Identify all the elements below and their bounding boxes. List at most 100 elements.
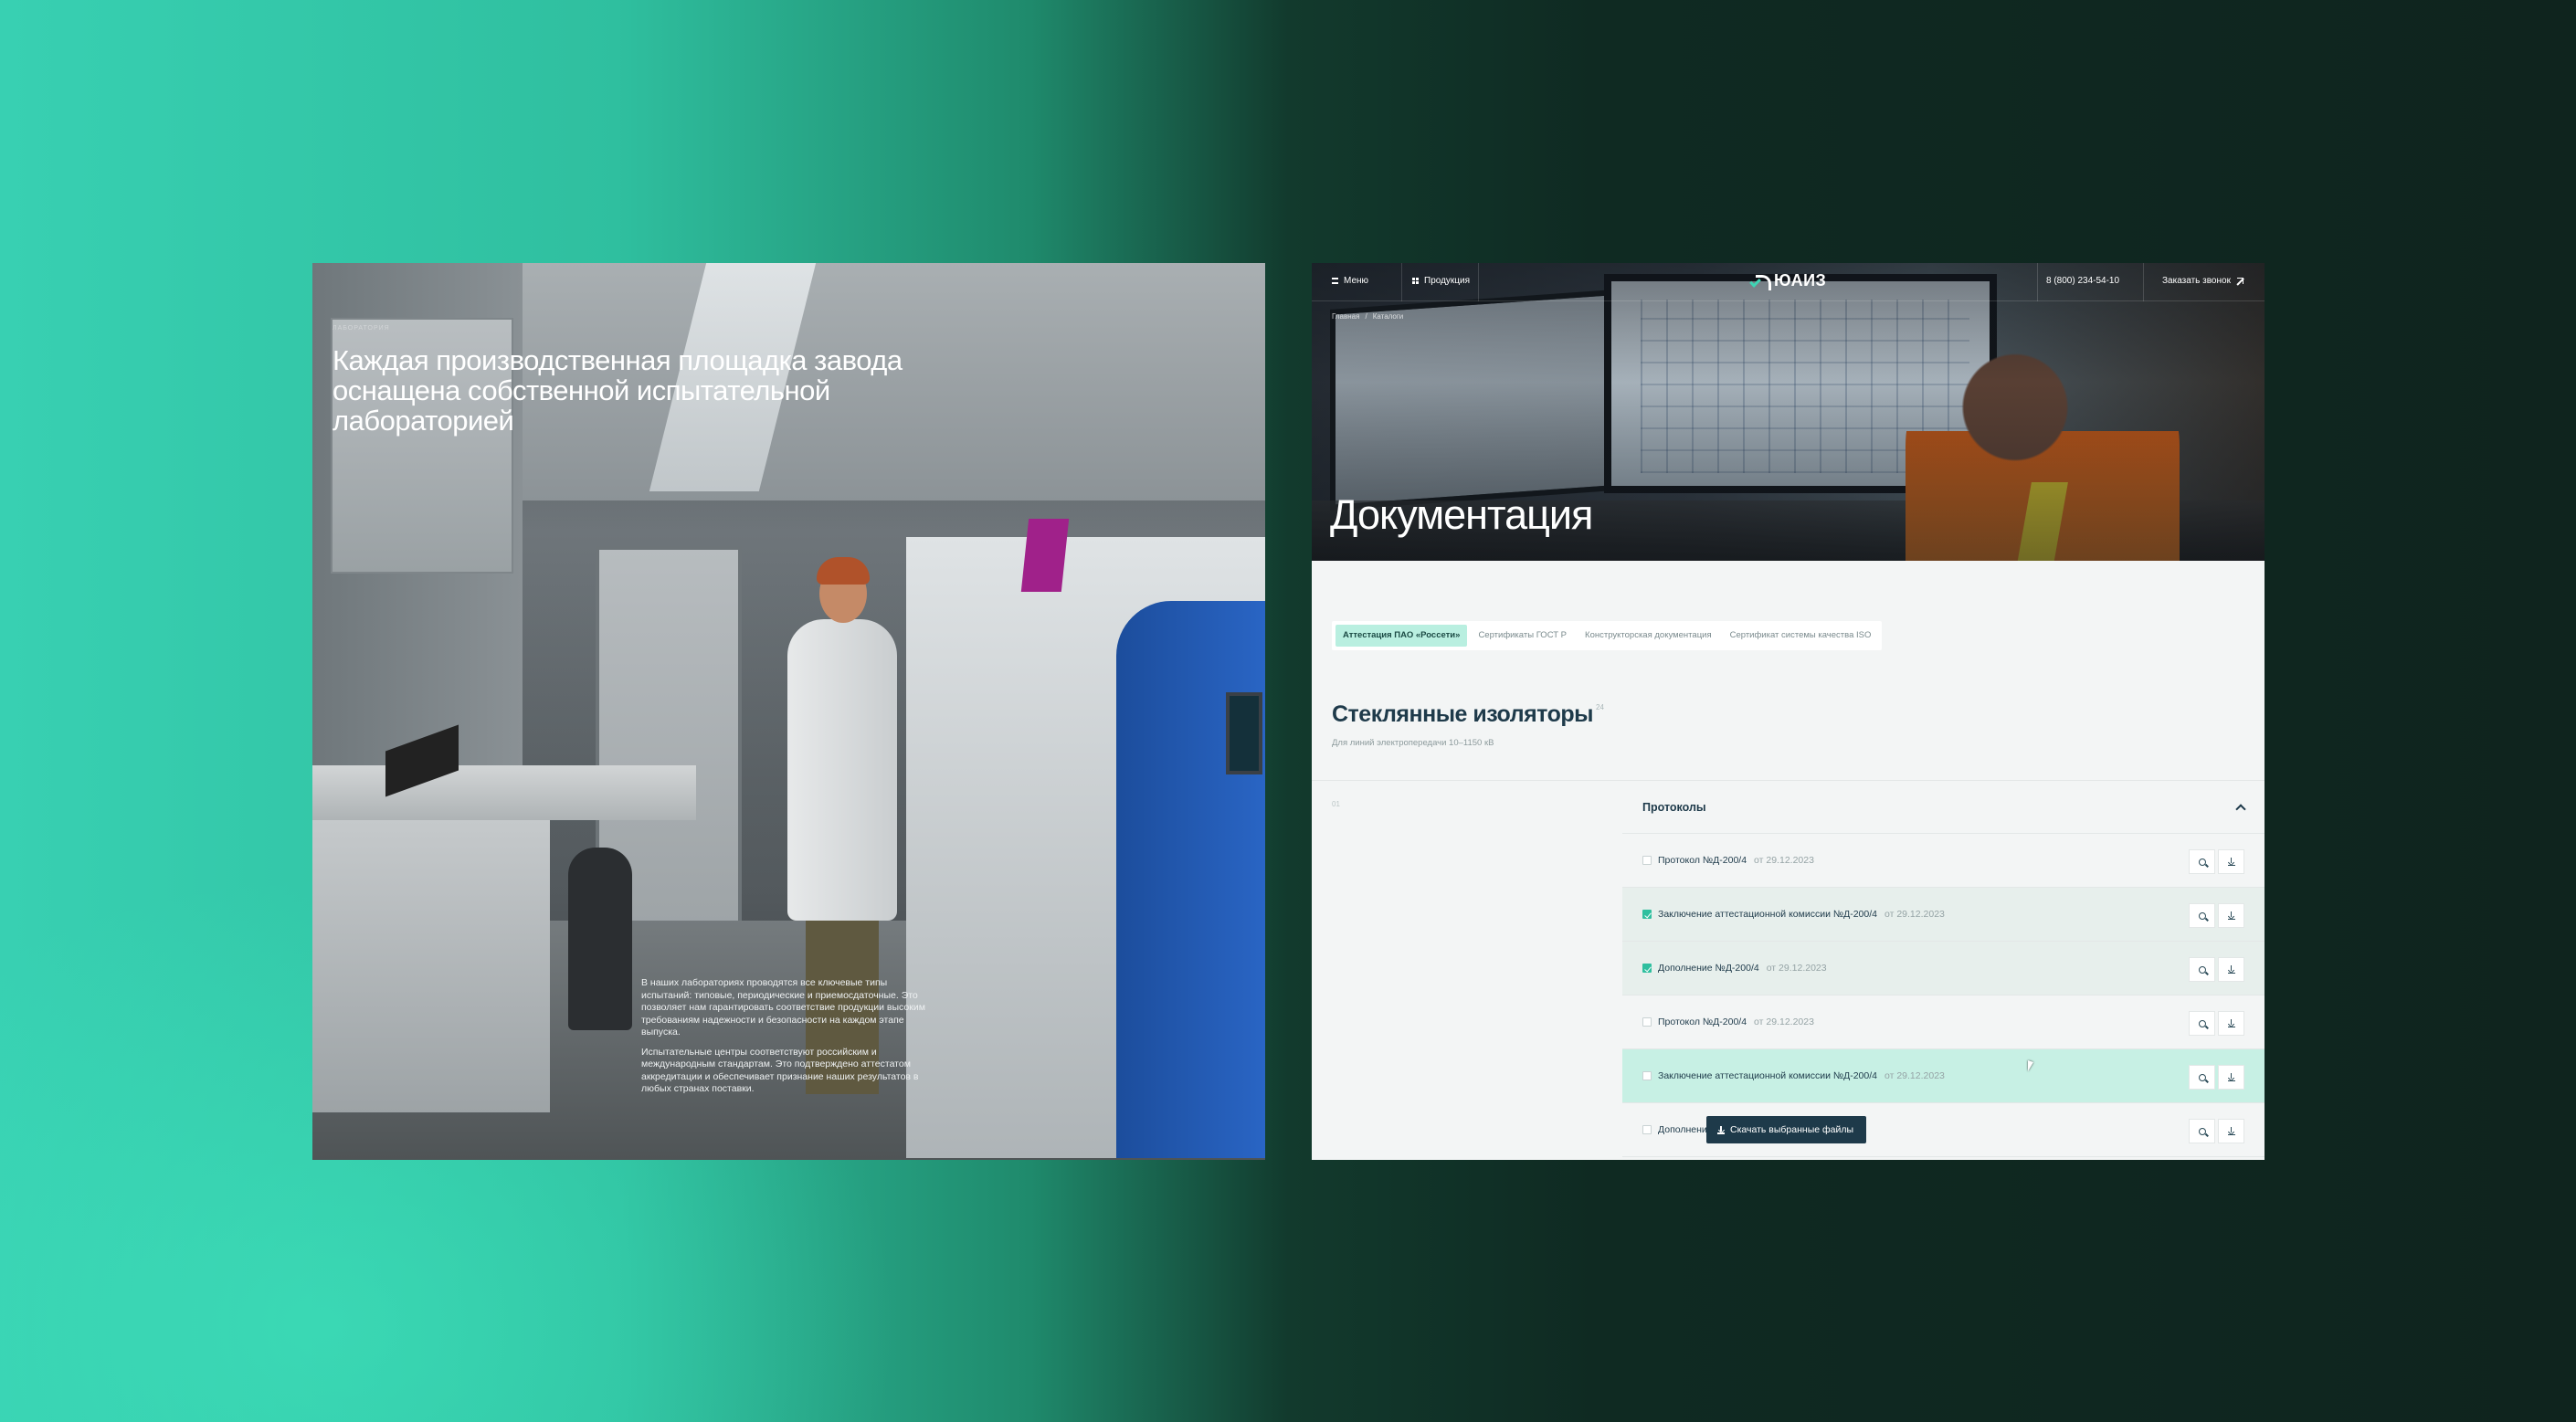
document-date: от 29.12.2023 (1766, 963, 1827, 974)
document-checkbox[interactable] (1642, 964, 1652, 973)
tab-rosseti[interactable]: Аттестация ПАО «Россети» (1336, 625, 1468, 647)
zoom-icon (2198, 1073, 2206, 1081)
preview-button[interactable] (2189, 957, 2215, 982)
page-title: Документация (1330, 491, 1593, 538)
tab-iso[interactable]: Сертификат системы качества ISO (1723, 625, 1879, 647)
download-button[interactable] (2218, 1065, 2244, 1090)
document-date: от 29.12.2023 (1754, 1016, 1814, 1027)
breadcrumb-current[interactable]: Каталоги (1373, 312, 1404, 321)
document-name: Заключение аттестационной комиссии №Д-20… (1658, 1070, 1877, 1081)
download-icon (1717, 1125, 1725, 1134)
zoom-icon (2198, 911, 2206, 920)
nav-divider (1401, 263, 1402, 301)
logo[interactable]: ЮАИЗ (1748, 271, 1826, 290)
document-row[interactable]: Протокол №Д-200/4 от 29.12.2023 (1622, 995, 2265, 1049)
lab-photo-person-hair (817, 557, 870, 585)
breadcrumb: Главная / Каталоги (1332, 312, 1403, 321)
tab-gost[interactable]: Сертификаты ГОСТ Р (1471, 625, 1574, 647)
menu-icon (1332, 278, 1338, 284)
download-selected-button[interactable]: Скачать выбранные файлы (1706, 1116, 1867, 1143)
document-checkbox[interactable] (1642, 856, 1652, 865)
download-button[interactable] (2218, 1011, 2244, 1036)
zoom-icon (2198, 1127, 2206, 1135)
download-icon (2227, 911, 2235, 920)
top-navigation: Меню Продукция ЮАИЗ 8 (800) 234-54-10 За… (1312, 263, 2265, 301)
lab-photo-label (1020, 519, 1070, 592)
breadcrumb-home[interactable]: Главная (1332, 312, 1359, 321)
mouse-cursor (2028, 1060, 2037, 1073)
download-icon (2227, 1073, 2235, 1081)
preview-button[interactable] (2189, 849, 2215, 874)
section-count: 24 (1596, 703, 1604, 711)
phone-link[interactable]: 8 (800) 234-54-10 (2046, 276, 2119, 286)
laboratory-paragraph: В наших лабораториях проводятся все ключ… (641, 977, 925, 1038)
download-button[interactable] (2218, 849, 2244, 874)
document-date: от 29.12.2023 (1884, 909, 1945, 920)
menu-button[interactable]: Меню (1332, 276, 1368, 286)
preview-button[interactable] (2189, 1065, 2215, 1090)
nav-divider (2037, 263, 2038, 301)
download-icon (2227, 858, 2235, 866)
lab-photo-person-coat (787, 619, 897, 921)
document-name: Протокол №Д-200/4 (1658, 1016, 1747, 1027)
download-button[interactable] (2218, 1119, 2244, 1143)
document-checkbox[interactable] (1642, 1017, 1652, 1027)
document-tabs: Аттестация ПАО «Россети» Сертификаты ГОС… (1332, 621, 1883, 650)
document-actions (2189, 1119, 2244, 1143)
section-title: Стеклянные изоляторы (1332, 701, 1593, 727)
document-actions (2189, 1011, 2244, 1036)
document-name: Протокол №Д-200/4 (1658, 855, 1747, 866)
callback-button[interactable]: Заказать звонок (2162, 276, 2243, 286)
breadcrumb-separator: / (1365, 312, 1367, 321)
document-date: от 29.12.2023 (1754, 855, 1814, 866)
lab-photo-machine-panel (1116, 601, 1265, 1158)
protocols-title: Протоколы (1642, 800, 1706, 814)
document-name: Заключение аттестационной комиссии №Д-20… (1658, 909, 1877, 920)
laboratory-paragraph: Испытательные центры соответствуют росси… (641, 1046, 919, 1095)
hero-banner: Меню Продукция ЮАИЗ 8 (800) 234-54-10 За… (1312, 263, 2265, 561)
document-row[interactable]: Заключение аттестационной комиссии №Д-20… (1622, 1049, 2265, 1103)
preview-button[interactable] (2189, 1011, 2215, 1036)
section-subtitle: Для линий электропередачи 10–1150 кВ (1332, 738, 1494, 748)
arrow-up-right-icon (2236, 277, 2243, 285)
laboratory-heading: Каждая производственная площадка завода … (333, 344, 903, 437)
logo-text: ЮАИЗ (1774, 271, 1827, 290)
download-selected-label: Скачать выбранные файлы (1730, 1124, 1854, 1135)
protocols-accordion-header[interactable]: Протоколы (1622, 781, 2265, 834)
zoom-icon (2198, 1019, 2206, 1027)
documentation-page: Меню Продукция ЮАИЗ 8 (800) 234-54-10 За… (1312, 263, 2265, 1160)
tab-design-docs[interactable]: Конструкторская документация (1578, 625, 1719, 647)
grid-icon (1412, 278, 1419, 284)
preview-button[interactable] (2189, 1119, 2215, 1143)
document-actions (2189, 849, 2244, 874)
document-name: Дополнение №Д-200/4 (1658, 963, 1759, 974)
lab-photo-bench-base (312, 820, 550, 1112)
chevron-up-icon[interactable] (2235, 803, 2246, 815)
document-checkbox[interactable] (1642, 1071, 1652, 1080)
products-label: Продукция (1424, 276, 1471, 286)
callback-label: Заказать звонок (2162, 276, 2231, 286)
download-icon (2227, 965, 2235, 974)
document-row[interactable]: Дополнение №Д-200/4 от 29.12.2023 (1622, 942, 2265, 995)
lab-photo-chair (568, 848, 632, 1030)
section-index: 01 (1332, 800, 1340, 808)
document-list: Протоколы Протокол №Д-200/4 от 29.12.202… (1622, 781, 2265, 1157)
document-name: Дополнение (1658, 1124, 1713, 1135)
download-button[interactable] (2218, 903, 2244, 928)
document-actions (2189, 957, 2244, 982)
download-button[interactable] (2218, 957, 2244, 982)
nav-divider (1478, 263, 1479, 301)
lab-photo-machine-screen (1226, 692, 1262, 774)
document-checkbox[interactable] (1642, 910, 1652, 919)
document-row[interactable]: Протокол №Д-200/4 от 29.12.2023 (1622, 834, 2265, 888)
document-actions (2189, 903, 2244, 928)
products-button[interactable]: Продукция (1412, 276, 1470, 286)
preview-button[interactable] (2189, 903, 2215, 928)
laboratory-description: В наших лабораториях проводятся все ключ… (641, 977, 934, 1103)
menu-label: Меню (1344, 276, 1369, 286)
document-row[interactable]: Заключение аттестационной комиссии №Д-20… (1622, 888, 2265, 942)
document-checkbox[interactable] (1642, 1125, 1652, 1134)
lab-photo-bench (312, 765, 696, 820)
download-icon (2227, 1127, 2235, 1135)
logo-mark-icon (1748, 273, 1771, 290)
